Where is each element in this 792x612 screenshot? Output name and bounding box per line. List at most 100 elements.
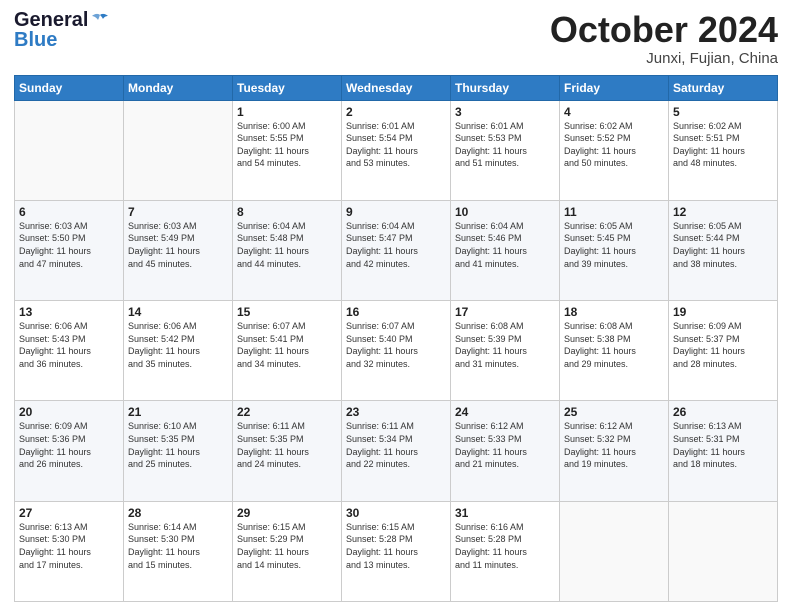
cell-content: Sunrise: 6:06 AM Sunset: 5:43 PM Dayligh… — [19, 320, 119, 370]
calendar-cell: 20Sunrise: 6:09 AM Sunset: 5:36 PM Dayli… — [15, 401, 124, 501]
cell-content: Sunrise: 6:06 AM Sunset: 5:42 PM Dayligh… — [128, 320, 228, 370]
cell-content: Sunrise: 6:15 AM Sunset: 5:29 PM Dayligh… — [237, 521, 337, 571]
calendar-header-row: SundayMondayTuesdayWednesdayThursdayFrid… — [15, 75, 778, 100]
day-number: 12 — [673, 205, 773, 219]
calendar-week-row: 20Sunrise: 6:09 AM Sunset: 5:36 PM Dayli… — [15, 401, 778, 501]
day-number: 26 — [673, 405, 773, 419]
header: General Blue October 2024 Junxi, Fujian,… — [14, 10, 778, 67]
calendar-dow-thursday: Thursday — [451, 75, 560, 100]
calendar-cell: 30Sunrise: 6:15 AM Sunset: 5:28 PM Dayli… — [342, 501, 451, 601]
calendar-cell: 27Sunrise: 6:13 AM Sunset: 5:30 PM Dayli… — [15, 501, 124, 601]
calendar-dow-friday: Friday — [560, 75, 669, 100]
day-number: 18 — [564, 305, 664, 319]
calendar-cell: 12Sunrise: 6:05 AM Sunset: 5:44 PM Dayli… — [669, 200, 778, 300]
calendar-cell: 3Sunrise: 6:01 AM Sunset: 5:53 PM Daylig… — [451, 100, 560, 200]
calendar-cell — [124, 100, 233, 200]
day-number: 7 — [128, 205, 228, 219]
cell-content: Sunrise: 6:08 AM Sunset: 5:39 PM Dayligh… — [455, 320, 555, 370]
calendar-week-row: 6Sunrise: 6:03 AM Sunset: 5:50 PM Daylig… — [15, 200, 778, 300]
calendar-cell: 15Sunrise: 6:07 AM Sunset: 5:41 PM Dayli… — [233, 301, 342, 401]
day-number: 24 — [455, 405, 555, 419]
day-number: 22 — [237, 405, 337, 419]
day-number: 16 — [346, 305, 446, 319]
day-number: 27 — [19, 506, 119, 520]
day-number: 25 — [564, 405, 664, 419]
calendar-cell: 17Sunrise: 6:08 AM Sunset: 5:39 PM Dayli… — [451, 301, 560, 401]
day-number: 19 — [673, 305, 773, 319]
cell-content: Sunrise: 6:09 AM Sunset: 5:36 PM Dayligh… — [19, 420, 119, 470]
cell-content: Sunrise: 6:09 AM Sunset: 5:37 PM Dayligh… — [673, 320, 773, 370]
calendar-cell: 21Sunrise: 6:10 AM Sunset: 5:35 PM Dayli… — [124, 401, 233, 501]
cell-content: Sunrise: 6:07 AM Sunset: 5:41 PM Dayligh… — [237, 320, 337, 370]
cell-content: Sunrise: 6:05 AM Sunset: 5:45 PM Dayligh… — [564, 220, 664, 270]
calendar-dow-saturday: Saturday — [669, 75, 778, 100]
day-number: 9 — [346, 205, 446, 219]
day-number: 6 — [19, 205, 119, 219]
cell-content: Sunrise: 6:01 AM Sunset: 5:54 PM Dayligh… — [346, 120, 446, 170]
day-number: 31 — [455, 506, 555, 520]
cell-content: Sunrise: 6:13 AM Sunset: 5:30 PM Dayligh… — [19, 521, 119, 571]
day-number: 17 — [455, 305, 555, 319]
calendar-dow-sunday: Sunday — [15, 75, 124, 100]
cell-content: Sunrise: 6:02 AM Sunset: 5:51 PM Dayligh… — [673, 120, 773, 170]
day-number: 5 — [673, 105, 773, 119]
cell-content: Sunrise: 6:05 AM Sunset: 5:44 PM Dayligh… — [673, 220, 773, 270]
logo-bird-icon — [90, 13, 110, 29]
calendar-cell: 4Sunrise: 6:02 AM Sunset: 5:52 PM Daylig… — [560, 100, 669, 200]
cell-content: Sunrise: 6:04 AM Sunset: 5:46 PM Dayligh… — [455, 220, 555, 270]
logo-general-text: General — [14, 10, 88, 30]
calendar-cell: 1Sunrise: 6:00 AM Sunset: 5:55 PM Daylig… — [233, 100, 342, 200]
calendar-cell: 18Sunrise: 6:08 AM Sunset: 5:38 PM Dayli… — [560, 301, 669, 401]
calendar-cell: 8Sunrise: 6:04 AM Sunset: 5:48 PM Daylig… — [233, 200, 342, 300]
day-number: 13 — [19, 305, 119, 319]
calendar-dow-tuesday: Tuesday — [233, 75, 342, 100]
cell-content: Sunrise: 6:11 AM Sunset: 5:34 PM Dayligh… — [346, 420, 446, 470]
day-number: 23 — [346, 405, 446, 419]
cell-content: Sunrise: 6:04 AM Sunset: 5:47 PM Dayligh… — [346, 220, 446, 270]
day-number: 29 — [237, 506, 337, 520]
calendar-week-row: 1Sunrise: 6:00 AM Sunset: 5:55 PM Daylig… — [15, 100, 778, 200]
day-number: 4 — [564, 105, 664, 119]
calendar-cell: 6Sunrise: 6:03 AM Sunset: 5:50 PM Daylig… — [15, 200, 124, 300]
cell-content: Sunrise: 6:10 AM Sunset: 5:35 PM Dayligh… — [128, 420, 228, 470]
location: Junxi, Fujian, China — [550, 50, 778, 67]
cell-content: Sunrise: 6:15 AM Sunset: 5:28 PM Dayligh… — [346, 521, 446, 571]
cell-content: Sunrise: 6:13 AM Sunset: 5:31 PM Dayligh… — [673, 420, 773, 470]
calendar-table: SundayMondayTuesdayWednesdayThursdayFrid… — [14, 75, 778, 602]
main-container: General Blue October 2024 Junxi, Fujian,… — [0, 0, 792, 612]
calendar-cell — [560, 501, 669, 601]
calendar-cell: 16Sunrise: 6:07 AM Sunset: 5:40 PM Dayli… — [342, 301, 451, 401]
calendar-cell: 26Sunrise: 6:13 AM Sunset: 5:31 PM Dayli… — [669, 401, 778, 501]
logo-blue-text: Blue — [14, 29, 57, 51]
calendar-cell: 13Sunrise: 6:06 AM Sunset: 5:43 PM Dayli… — [15, 301, 124, 401]
calendar-cell: 25Sunrise: 6:12 AM Sunset: 5:32 PM Dayli… — [560, 401, 669, 501]
day-number: 20 — [19, 405, 119, 419]
calendar-cell — [669, 501, 778, 601]
calendar-cell — [15, 100, 124, 200]
cell-content: Sunrise: 6:02 AM Sunset: 5:52 PM Dayligh… — [564, 120, 664, 170]
cell-content: Sunrise: 6:04 AM Sunset: 5:48 PM Dayligh… — [237, 220, 337, 270]
cell-content: Sunrise: 6:12 AM Sunset: 5:32 PM Dayligh… — [564, 420, 664, 470]
calendar-cell: 31Sunrise: 6:16 AM Sunset: 5:28 PM Dayli… — [451, 501, 560, 601]
cell-content: Sunrise: 6:03 AM Sunset: 5:49 PM Dayligh… — [128, 220, 228, 270]
calendar-dow-wednesday: Wednesday — [342, 75, 451, 100]
month-title: October 2024 — [550, 10, 778, 50]
day-number: 11 — [564, 205, 664, 219]
cell-content: Sunrise: 6:07 AM Sunset: 5:40 PM Dayligh… — [346, 320, 446, 370]
day-number: 2 — [346, 105, 446, 119]
day-number: 1 — [237, 105, 337, 119]
calendar-cell: 19Sunrise: 6:09 AM Sunset: 5:37 PM Dayli… — [669, 301, 778, 401]
day-number: 15 — [237, 305, 337, 319]
day-number: 28 — [128, 506, 228, 520]
cell-content: Sunrise: 6:08 AM Sunset: 5:38 PM Dayligh… — [564, 320, 664, 370]
day-number: 14 — [128, 305, 228, 319]
day-number: 8 — [237, 205, 337, 219]
title-area: October 2024 Junxi, Fujian, China — [550, 10, 778, 67]
day-number: 3 — [455, 105, 555, 119]
calendar-cell: 9Sunrise: 6:04 AM Sunset: 5:47 PM Daylig… — [342, 200, 451, 300]
calendar-week-row: 13Sunrise: 6:06 AM Sunset: 5:43 PM Dayli… — [15, 301, 778, 401]
calendar-cell: 22Sunrise: 6:11 AM Sunset: 5:35 PM Dayli… — [233, 401, 342, 501]
cell-content: Sunrise: 6:03 AM Sunset: 5:50 PM Dayligh… — [19, 220, 119, 270]
calendar-cell: 5Sunrise: 6:02 AM Sunset: 5:51 PM Daylig… — [669, 100, 778, 200]
calendar-cell: 24Sunrise: 6:12 AM Sunset: 5:33 PM Dayli… — [451, 401, 560, 501]
